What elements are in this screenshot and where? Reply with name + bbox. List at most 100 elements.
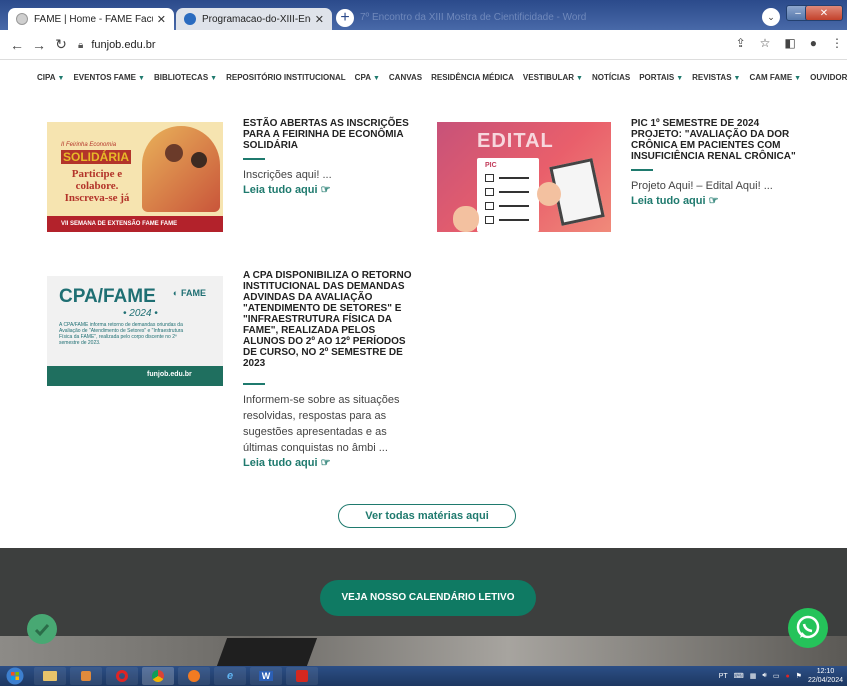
- title-separator: [243, 158, 265, 160]
- pointing-hand-icon: ☞: [320, 184, 331, 196]
- address-bar[interactable]: 🔒︎ funjob.edu.br: [78, 34, 678, 56]
- word-label: W: [258, 671, 274, 681]
- nav-item-reposit-rio-institucional[interactable]: REPOSITÓRIO INSTITUCIONAL: [226, 73, 346, 82]
- nav-item-label: REPOSITÓRIO INSTITUCIONAL: [226, 72, 346, 82]
- battery-icon[interactable]: ▭: [773, 672, 780, 680]
- profile-icon[interactable]: ●: [810, 36, 817, 50]
- nav-item-canvas[interactable]: CANVAS: [389, 73, 422, 82]
- tab-fame-home[interactable]: FAME | Home - FAME Faculdade ✕: [8, 8, 174, 30]
- back-icon[interactable]: ←: [6, 37, 28, 53]
- nav-item-revistas[interactable]: REVISTAS ▼: [692, 73, 740, 82]
- keyboard-icon[interactable]: ⌨: [734, 672, 744, 680]
- windows-start-icon: [6, 667, 24, 685]
- read-more-label: Leia tudo aqui: [243, 184, 318, 196]
- nav-item-label: CPA: [354, 72, 371, 82]
- nav-item-label: PORTAIS: [639, 72, 675, 82]
- language-indicator[interactable]: PT: [719, 673, 728, 680]
- chat-button[interactable]: [27, 614, 57, 644]
- post-excerpt: Inscrições aqui! ...: [243, 169, 332, 181]
- forward-icon[interactable]: →: [28, 37, 50, 53]
- reload-icon[interactable]: ↻: [50, 36, 72, 53]
- cpa-year: • 2024 •: [123, 308, 158, 319]
- check-chat-icon: [34, 624, 50, 637]
- caret-down-icon: ▼: [57, 74, 65, 82]
- nav-item-portais[interactable]: PORTAIS ▼: [639, 73, 683, 82]
- feirinha-headline: SOLIDÁRIA: [61, 150, 131, 164]
- file-explorer-icon[interactable]: [34, 667, 66, 685]
- nav-item-vestibular[interactable]: VESTIBULAR ▼: [523, 73, 583, 82]
- whatsapp-button[interactable]: [788, 608, 828, 648]
- window-close-icon[interactable]: ✕: [805, 5, 843, 21]
- post-title[interactable]: PIC 1º SEMESTRE DE 2024 PROJETO: "AVALIA…: [631, 118, 811, 162]
- caret-down-icon: ▼: [210, 74, 218, 82]
- clock-time: 12:10: [816, 668, 835, 675]
- share-icon[interactable]: ⇪: [736, 36, 746, 50]
- chrome-icon[interactable]: [142, 667, 174, 685]
- menu-kebab-icon[interactable]: ⋮: [831, 36, 843, 50]
- nav-item-label: REVISTAS: [692, 72, 732, 82]
- media-icon[interactable]: [70, 667, 102, 685]
- browser-toolbar: ← → ↻ 🔒︎ funjob.edu.br ⇪ ☆ ◧ ● ⋮: [0, 30, 847, 60]
- fame-logo-icon: ◐: [173, 288, 179, 298]
- post-title[interactable]: A CPA DISPONIBILIZA O RETORNO INSTITUCIO…: [243, 270, 418, 369]
- post-excerpt: Informem-se sobre as situações resolvida…: [243, 394, 400, 454]
- see-all-posts-button[interactable]: Ver todas matérias aqui: [338, 504, 516, 528]
- word-favicon-icon: [184, 13, 196, 25]
- nav-item-not-cias[interactable]: NOTÍCIAS: [592, 73, 630, 82]
- nav-item-ouvidoria[interactable]: OUVIDORIA: [810, 73, 847, 82]
- nav-item-resid-ncia-m-dica[interactable]: RESIDÊNCIA MÉDICA: [431, 73, 514, 82]
- flag-icon[interactable]: ⚑: [796, 672, 802, 680]
- word-icon[interactable]: W: [250, 667, 282, 685]
- read-more-label: Leia tudo aqui: [631, 195, 706, 207]
- firefox-icon[interactable]: [178, 667, 210, 685]
- pointing-hand-icon: ☞: [320, 457, 331, 469]
- whatsapp-icon: [796, 615, 820, 639]
- cpa-brand: ◐ FAME: [173, 288, 206, 298]
- clock-date: 22/04/2024: [807, 677, 843, 684]
- tab-programacao[interactable]: Programacao-do-XIII-Encontro-d ✕: [176, 8, 332, 30]
- nav-item-label: VESTIBULAR: [522, 72, 575, 82]
- internet-explorer-icon[interactable]: e: [214, 667, 246, 685]
- nav-item-cipa[interactable]: CIPA ▼: [37, 73, 64, 82]
- post-image-edital[interactable]: EDITAL PIC: [437, 122, 611, 232]
- acrobat-icon[interactable]: [286, 667, 318, 685]
- nav-item-eventos-fame[interactable]: EVENTOS FAME ▼: [73, 73, 144, 82]
- post-image-cpa[interactable]: CPA/FAME ◐ FAME • 2024 • A CPA/FAME info…: [47, 276, 223, 386]
- tab-title: FAME | Home - FAME Faculdade: [34, 13, 153, 25]
- tab-title: Programacao-do-XIII-Encontro-d: [202, 13, 311, 25]
- side-panel-icon[interactable]: ◧: [784, 36, 795, 50]
- start-button[interactable]: [0, 666, 30, 686]
- read-more-link[interactable]: Leia tudo aqui ☞: [631, 194, 719, 207]
- volume-icon[interactable]: 🔊︎: [762, 672, 766, 680]
- post-image-feirinha[interactable]: II Feirinha Economia SOLIDÁRIA Participe…: [47, 122, 223, 232]
- bookmark-star-icon[interactable]: ☆: [760, 36, 771, 50]
- site-navigation: CIPA ▼ EVENTOS FAME ▼ BIBLIOTECAS ▼ REPOSITÓRI…: [0, 60, 847, 94]
- tab-search-chevron-icon[interactable]: ⌄: [762, 8, 780, 26]
- lock-icon: 🔒︎: [78, 39, 84, 51]
- opera-icon[interactable]: [106, 667, 138, 685]
- hand-right: [537, 182, 561, 206]
- cpa-headline: CPA/FAME: [59, 286, 156, 307]
- read-more-link[interactable]: Leia tudo aqui ☞: [243, 456, 331, 469]
- close-icon[interactable]: ✕: [157, 13, 166, 26]
- toolbar-actions: ⇪ ☆ ◧ ● ⋮: [736, 36, 843, 50]
- close-icon[interactable]: ✕: [315, 13, 324, 26]
- nav-item-label: OUVIDORIA: [810, 72, 847, 82]
- read-more-link[interactable]: Leia tudo aqui ☞: [243, 183, 331, 196]
- edital-tag: PIC: [485, 162, 497, 169]
- new-tab-button[interactable]: +: [336, 9, 354, 27]
- network-icon[interactable]: ▦: [750, 672, 757, 680]
- post-title[interactable]: ESTÃO ABERTAS AS INSCRIÇÕES PARA A FEIRI…: [243, 118, 418, 151]
- clock[interactable]: 12:10 22/04/2024: [808, 667, 843, 685]
- opera-tray-icon[interactable]: ●: [785, 673, 789, 680]
- caret-down-icon: ▼: [794, 74, 802, 82]
- caret-down-icon: ▼: [733, 74, 741, 82]
- nav-item-bibliotecas[interactable]: BIBLIOTECAS ▼: [154, 73, 217, 82]
- nav-item-cam-fame[interactable]: CAM FAME ▼: [749, 73, 801, 82]
- cpa-footer: funjob.edu.br: [147, 371, 192, 378]
- ghost-window-title: 7º Encontro da XIII Mostra de Cientifici…: [360, 12, 587, 23]
- nav-item-cpa[interactable]: CPA ▼: [355, 73, 380, 82]
- post-excerpt: Projeto Aqui! – Edital Aqui! ...: [631, 180, 773, 192]
- edital-paper: PIC: [477, 158, 539, 232]
- calendar-button[interactable]: VEJA NOSSO CALENDÁRIO LETIVO: [320, 580, 536, 616]
